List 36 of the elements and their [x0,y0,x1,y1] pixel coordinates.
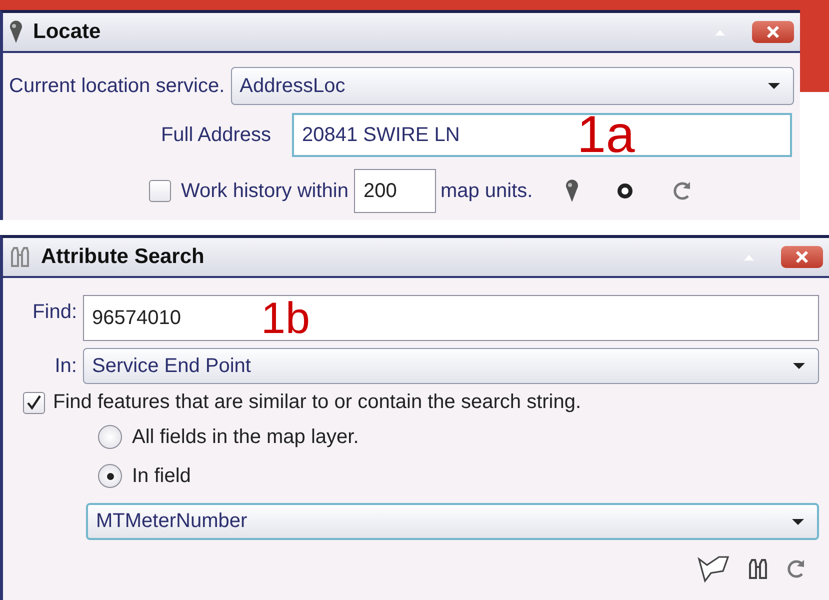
checkmark-icon [25,394,43,412]
checkbox[interactable] [23,392,45,414]
binoculars-icon[interactable] [747,558,769,580]
close-button[interactable] [752,21,794,43]
distance-input[interactable]: 200 [354,169,436,213]
dropdown-arrow-icon [792,362,806,370]
radio-label: In field [132,464,191,488]
radio-label: All fields in the map layer. [132,426,359,448]
close-icon [794,250,810,264]
point-icon[interactable] [616,183,633,199]
field-label: Current location service. [9,74,225,98]
units-label: map units. [440,180,533,202]
checkbox-label: Find features that are similar to or contain the search string. [53,391,582,414]
panel-title: Locate [33,20,102,44]
radio-button[interactable] [98,464,122,488]
refresh-icon[interactable] [785,558,807,580]
dropdown-arrow-icon [767,82,781,90]
dropdown-arrow-icon [791,518,805,526]
radio-button[interactable] [98,425,122,449]
checkbox[interactable] [149,180,171,202]
close-button[interactable] [781,246,823,268]
field-label: Full Address [160,124,271,146]
checkbox-label: Work history within [181,180,348,202]
pin-icon[interactable] [564,179,579,203]
field-label: Find: [32,301,77,324]
field-dropdown[interactable]: MTMeterNumber [86,503,819,540]
pin-icon [9,20,23,44]
layer-dropdown[interactable]: Service End Point [83,348,819,384]
field-label: In: [54,354,77,378]
binoculars-icon [9,246,31,268]
location-service-dropdown[interactable]: AddressLoc [230,67,794,105]
panel-title: Attribute Search [41,245,206,269]
polygon-select-icon[interactable] [697,553,731,585]
refresh-icon[interactable] [670,180,693,202]
close-icon [765,25,781,39]
annotation-label: 1b [261,297,310,341]
